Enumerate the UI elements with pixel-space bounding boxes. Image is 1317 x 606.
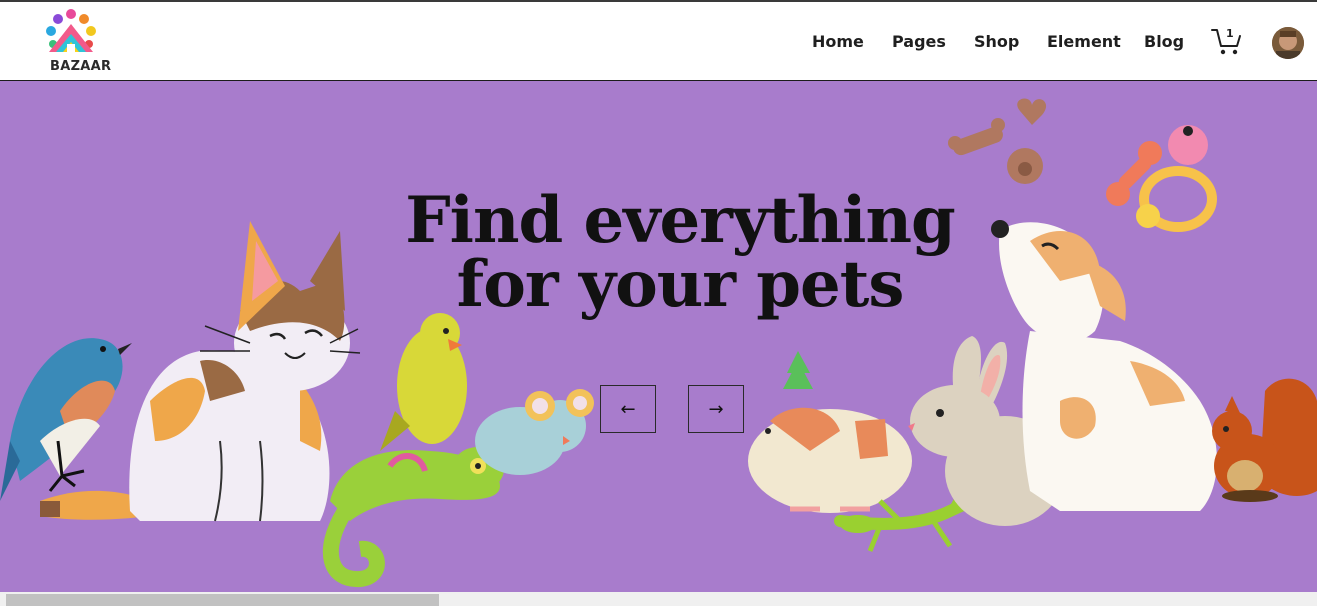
parakeet-icon [380, 313, 467, 451]
nav-home[interactable]: Home [812, 32, 864, 51]
cart-count-badge: 1 [1226, 27, 1234, 40]
chameleon-icon [322, 447, 504, 588]
horizontal-scrollbar[interactable] [0, 592, 1317, 606]
guinea-pig-icon [748, 351, 912, 513]
squirrel-icon [1212, 378, 1317, 502]
nav-element[interactable]: Element [1047, 32, 1121, 51]
avatar-photo-icon [1272, 27, 1304, 59]
arrow-right-icon: → [708, 398, 724, 420]
dog-treats-icon [948, 98, 1047, 184]
nav-blog[interactable]: Blog [1144, 32, 1184, 51]
headline-line-1: Find everything [405, 183, 956, 258]
slider-prev-button[interactable]: ← [600, 385, 656, 433]
bluebird-icon [0, 338, 132, 501]
cart-button[interactable]: 1 [1210, 26, 1244, 58]
scrollbar-thumb[interactable] [6, 594, 439, 606]
mouse-icon [475, 389, 594, 475]
headline-line-2: for your pets [456, 247, 905, 322]
user-avatar[interactable] [1272, 27, 1304, 59]
site-header: BAZAAR Home Pages Shop Element Blog 1 [0, 2, 1317, 81]
arrow-left-icon: ← [620, 398, 636, 420]
hero-headline: Find everything for your pets [360, 189, 1000, 317]
hero-banner: Find everything for your pets ← → [0, 81, 1317, 592]
pets-illustration [0, 98, 1317, 588]
slider-next-button[interactable]: → [688, 385, 744, 433]
main-nav: Home Pages Shop Element Blog 1 [0, 2, 1317, 81]
pet-toys-icon [1106, 125, 1217, 232]
nav-shop[interactable]: Shop [974, 32, 1019, 51]
nav-pages[interactable]: Pages [892, 32, 946, 51]
